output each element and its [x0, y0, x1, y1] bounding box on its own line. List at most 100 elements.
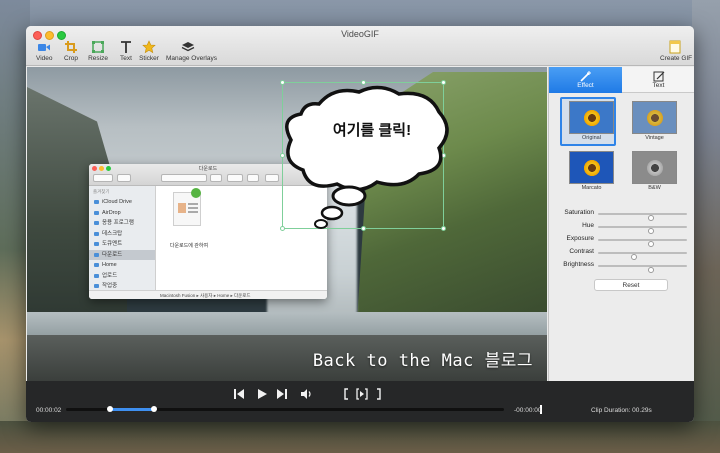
finder-sidebar-item: iCloud Drive: [89, 197, 155, 208]
finder-sidebar-item: Home: [89, 260, 155, 271]
finder-sidebar-item: 도큐멘트: [89, 239, 155, 250]
tab-text[interactable]: Text: [622, 67, 694, 93]
cloud-icon: [94, 200, 99, 204]
trim-start-handle[interactable]: [106, 406, 113, 412]
magic-wand-icon: [580, 71, 591, 82]
reset-button[interactable]: Reset: [594, 279, 668, 291]
create-gif-button[interactable]: Create GIF: [660, 40, 693, 66]
slider-knob[interactable]: [648, 241, 655, 247]
manage-overlays-button[interactable]: Manage Overlays: [166, 40, 217, 66]
sunflower-thumbnail: [569, 101, 614, 134]
folder-icon: [94, 273, 99, 278]
effects-panel: Effect Text Original Vintage Marcato B&W…: [548, 67, 694, 381]
documents-icon: [94, 242, 99, 246]
text-tool-button[interactable]: Text: [119, 40, 133, 66]
video-tool-button[interactable]: Video: [36, 40, 53, 66]
slider-track[interactable]: [598, 252, 687, 260]
volume-icon[interactable]: [299, 387, 313, 401]
filter-label: Marcato: [581, 185, 602, 191]
contrast-slider[interactable]: Contrast: [558, 248, 689, 260]
filter-original[interactable]: Original: [560, 97, 619, 146]
trim-selection-icon[interactable]: [355, 387, 369, 401]
desktop-background-right: [692, 0, 720, 453]
timeline-scrubber[interactable]: [66, 405, 542, 414]
finder-sidebar-item-selected: 다운로드: [89, 249, 155, 260]
current-time: 00:00:02: [36, 407, 62, 414]
slider-knob[interactable]: [648, 228, 655, 234]
crop-tool-button[interactable]: Crop: [63, 40, 79, 66]
clip-duration: Clip Duration: 00.29s: [591, 407, 652, 414]
slider-label: Hue: [582, 222, 594, 229]
finder-action-button: [227, 174, 243, 182]
trim-end-icon[interactable]: [371, 387, 383, 401]
filter-label: B&W: [648, 185, 661, 191]
airdrop-icon: [94, 210, 99, 215]
slider-track[interactable]: [598, 239, 687, 247]
skip-back-icon[interactable]: [232, 387, 246, 401]
tab-effect[interactable]: Effect: [549, 67, 622, 93]
finder-nav-buttons: [93, 174, 113, 182]
hue-slider[interactable]: Hue: [558, 222, 689, 234]
desktop-background-bottom: [0, 421, 720, 453]
tab-text-label: Text: [652, 82, 665, 89]
brightness-slider[interactable]: Brightness: [558, 261, 689, 273]
slider-track[interactable]: [598, 213, 687, 221]
finder-sidebar-item: 업로드: [89, 271, 155, 282]
sunflower-icon: [583, 109, 601, 127]
finder-arrange-button: [210, 174, 222, 182]
exposure-slider[interactable]: Exposure: [558, 235, 689, 247]
trim-end-handle[interactable]: [150, 406, 157, 412]
sunflower-thumbnail: [569, 151, 614, 184]
app-window: VideoGIF Video Crop Resize Text Sticker …: [26, 26, 694, 422]
play-icon[interactable]: [255, 387, 269, 401]
text-t-icon: [121, 41, 131, 53]
text-tool-label: Text: [120, 55, 132, 62]
document-badge-icon: [191, 188, 201, 198]
slider-label: Brightness: [563, 261, 594, 268]
resize-tool-button[interactable]: Resize: [88, 40, 108, 66]
saturation-slider[interactable]: Saturation: [558, 209, 689, 221]
finder-file-label: 다운로드에 관하여: [169, 243, 209, 249]
trim-range: [109, 408, 154, 411]
titlebar: VideoGIF Video Crop Resize Text Sticker …: [26, 26, 694, 66]
finder-share-button: [247, 174, 259, 182]
star-icon: [142, 40, 156, 54]
trim-start-icon[interactable]: [342, 387, 354, 401]
slider-knob[interactable]: [648, 215, 655, 221]
sticker-tool-button[interactable]: Sticker: [139, 40, 159, 66]
finder-sidebar-header: 즐겨찾기: [93, 189, 110, 194]
slider-knob[interactable]: [630, 254, 637, 260]
resize-icon: [92, 41, 104, 53]
slider-label: Exposure: [566, 235, 594, 242]
layers-icon: [181, 42, 195, 52]
sunflower-icon: [646, 159, 664, 177]
create-gif-label: Create GIF: [660, 55, 693, 62]
finder-sidebar-item: 응용 프로그램: [89, 218, 155, 229]
video-preview[interactable]: 다운로드 즐겨찾기 iCloud Drive AirDrop 응용 프로그램 데…: [27, 67, 547, 381]
sunflower-thumbnail: [632, 151, 677, 184]
bubble-text: 여기를 클릭!: [332, 122, 412, 139]
slider-knob[interactable]: [648, 267, 655, 273]
applications-icon: [94, 221, 99, 225]
skip-forward-icon[interactable]: [275, 387, 289, 401]
sunflower-thumbnail: [632, 101, 677, 134]
crop-icon: [65, 41, 77, 53]
playback-bar: 00:00:02 -00:00:00 Clip Duration: 00.29s: [26, 381, 694, 422]
remaining-time: -00:00:00: [514, 407, 542, 414]
thought-bubble-sticker[interactable]: [279, 82, 449, 232]
downloads-icon: [94, 252, 99, 257]
finder-sidebar-item: AirDrop: [89, 208, 155, 219]
filter-marcato[interactable]: Marcato: [564, 151, 619, 191]
filter-label: Vintage: [645, 135, 664, 141]
slider-track[interactable]: [598, 226, 687, 234]
finder-sidebar: 즐겨찾기 iCloud Drive AirDrop 응용 프로그램 데스크탑 도…: [89, 186, 156, 290]
sunflower-icon: [646, 109, 664, 127]
sticker-tool-label: Sticker: [139, 55, 159, 62]
slider-label: Contrast: [569, 248, 594, 255]
filter-bw[interactable]: B&W: [627, 151, 682, 191]
finder-sidebar-item: 데스크탑: [89, 229, 155, 240]
slider-track[interactable]: [598, 265, 687, 273]
tab-effect-label: Effect: [577, 82, 594, 89]
finder-path-button: [117, 174, 131, 182]
filter-vintage[interactable]: Vintage: [627, 101, 682, 141]
